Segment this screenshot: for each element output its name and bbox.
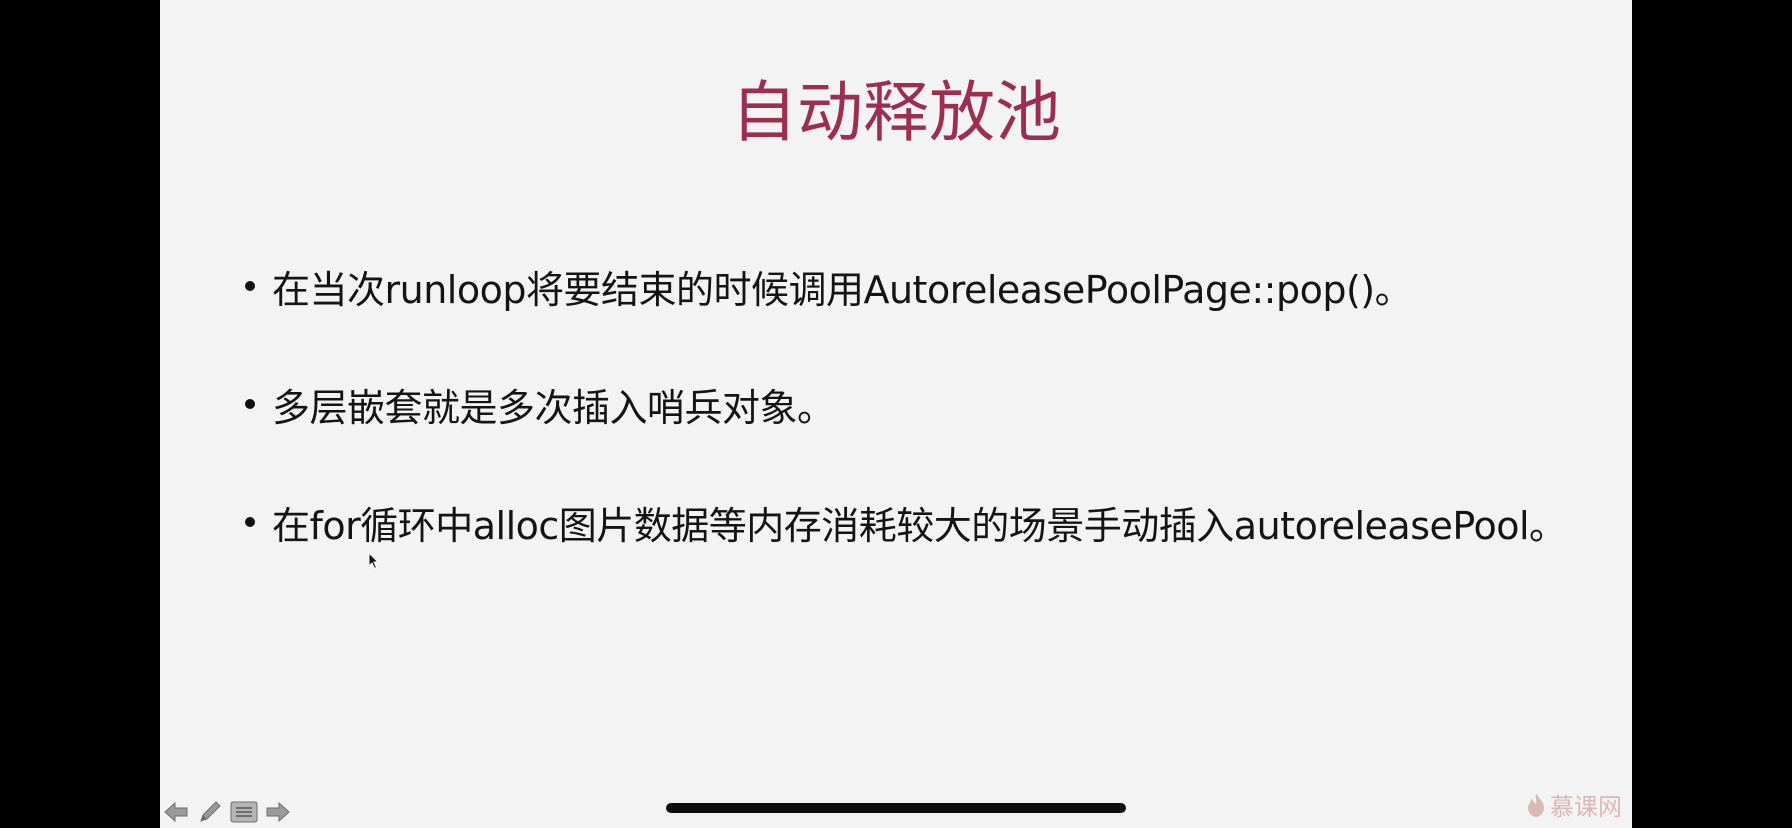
bullet-dot (245, 281, 255, 291)
bullet-item: 多层嵌套就是多次插入哨兵对象。 (245, 374, 835, 434)
bullet-text: 在for循环中alloc图片数据等内存消耗较大的场景手动插入autoreleas… (272, 503, 1567, 548)
bullet-item: 在for循环中alloc图片数据等内存消耗较大的场景手动插入autoreleas… (245, 492, 1567, 552)
menu-icon (230, 801, 258, 823)
previous-slide-button[interactable] (162, 798, 190, 826)
slideshow-controls (162, 798, 292, 826)
home-indicator[interactable] (666, 803, 1126, 813)
arrow-left-icon (164, 801, 188, 823)
watermark-text: 慕课网 (1550, 793, 1622, 821)
bullet-dot (245, 517, 255, 527)
bullet-text: 多层嵌套就是多次插入哨兵对象。 (272, 385, 835, 430)
bullet-dot (245, 399, 255, 409)
arrow-right-icon (266, 801, 290, 823)
bullet-item: 在当次runloop将要结束的时候调用AutoreleasePoolPage::… (245, 256, 1413, 316)
slide-menu-button[interactable] (230, 798, 258, 826)
screen: 自动释放池 在当次runloop将要结束的时候调用AutoreleasePool… (0, 0, 1792, 828)
next-slide-button[interactable] (264, 798, 292, 826)
presentation-slide: 自动释放池 在当次runloop将要结束的时候调用AutoreleasePool… (160, 0, 1632, 828)
flame-icon (1528, 792, 1544, 817)
slide-title: 自动释放池 (731, 74, 1061, 151)
mouse-cursor-icon (368, 552, 380, 570)
pencil-icon (200, 801, 221, 822)
pen-tool-button[interactable] (196, 798, 224, 826)
watermark: 慕课网 (1526, 787, 1622, 822)
bullet-text: 在当次runloop将要结束的时候调用AutoreleasePoolPage::… (272, 267, 1413, 312)
